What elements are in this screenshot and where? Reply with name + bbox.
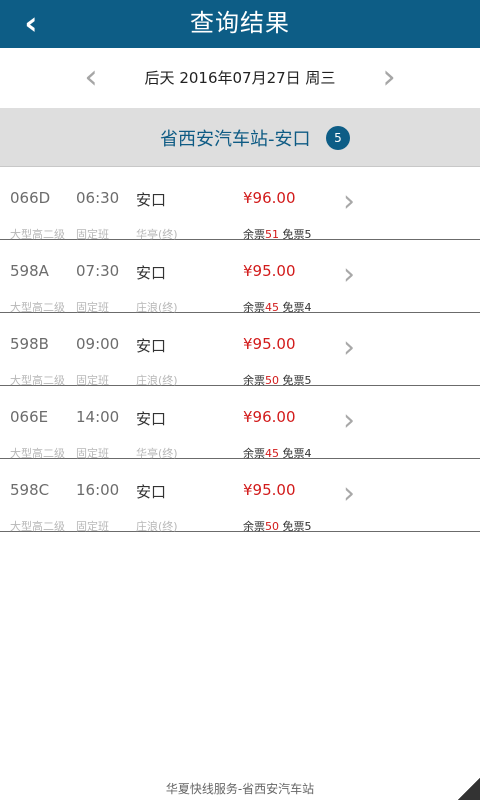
ticket-price: ¥95.00 (243, 262, 296, 280)
date-navigation: ‹ 后天 2016年07月27日 周三 › (0, 48, 480, 108)
chevron-right-icon: › (382, 57, 396, 97)
route-header: 省西安汽车站-安口 (0, 108, 480, 167)
destination: 安口 (136, 483, 167, 501)
destination: 安口 (136, 410, 167, 428)
ticket-price: ¥96.00 (243, 408, 296, 426)
service-type: 固定班 (76, 520, 109, 533)
ticket-availability: 余票50 免票5 (243, 518, 312, 534)
ticket-price: ¥95.00 (243, 335, 296, 353)
destination: 安口 (136, 337, 167, 355)
bus-code: 598B (10, 335, 49, 353)
ticket-price: ¥95.00 (243, 481, 296, 499)
next-day-button[interactable]: › (374, 60, 404, 94)
selected-date: 后天 2016年07月27日 周三 (144, 69, 336, 87)
schedule-row-598b[interactable]: 598B 09:00 安口 ¥95.00 大型高二级 固定班 庄浪(终) 余票5… (0, 313, 480, 387)
free-count: 5 (304, 520, 312, 533)
schedule-list: 066D 06:30 安口 ¥96.00 大型高二级 固定班 华亭(终) 余票5… (0, 167, 480, 534)
bus-code: 598C (10, 481, 50, 499)
remaining-count: 50 (265, 520, 279, 533)
page-title: 查询结果 (190, 9, 290, 37)
departure-time: 06:30 (76, 189, 120, 207)
route-title: 省西安汽车站-安口 (160, 129, 311, 150)
departure-time: 07:30 (76, 262, 120, 280)
bus-code: 066D (10, 189, 51, 207)
bus-type: 大型高二级 (10, 520, 65, 533)
app-header: ‹ 查询结果 (0, 0, 480, 48)
chevron-right-icon[interactable]: › (338, 332, 360, 364)
chevron-right-icon[interactable]: › (338, 405, 360, 437)
departure-time: 16:00 (76, 481, 120, 499)
departure-time: 14:00 (76, 408, 120, 426)
result-count-badge: 5 (326, 126, 350, 150)
schedule-row-066e[interactable]: 066E 14:00 安口 ¥96.00 大型高二级 固定班 华亭(终) 余票4… (0, 386, 480, 460)
remaining-label: 余票 (243, 520, 265, 533)
ticket-price: ¥96.00 (243, 189, 296, 207)
destination: 安口 (136, 264, 167, 282)
schedule-row-066d[interactable]: 066D 06:30 安口 ¥96.00 大型高二级 固定班 华亭(终) 余票5… (0, 167, 480, 241)
schedule-row-598a[interactable]: 598A 07:30 安口 ¥95.00 大型高二级 固定班 庄浪(终) 余票4… (0, 240, 480, 314)
bus-code: 598A (10, 262, 49, 280)
destination: 安口 (136, 191, 167, 209)
resize-handle-icon (458, 778, 480, 800)
chevron-right-icon[interactable]: › (338, 186, 360, 218)
schedule-row-598c[interactable]: 598C 16:00 安口 ¥95.00 大型高二级 固定班 庄浪(终) 余票5… (0, 459, 480, 534)
footer-text: 华夏快线服务-省西安汽车站 (165, 782, 315, 796)
chevron-right-icon[interactable]: › (338, 259, 360, 291)
bus-code: 066E (10, 408, 49, 426)
departure-time: 09:00 (76, 335, 120, 353)
terminal-stop: 庄浪(终) (136, 520, 178, 533)
chevron-right-icon[interactable]: › (338, 478, 360, 510)
free-label: 免票 (282, 520, 305, 533)
